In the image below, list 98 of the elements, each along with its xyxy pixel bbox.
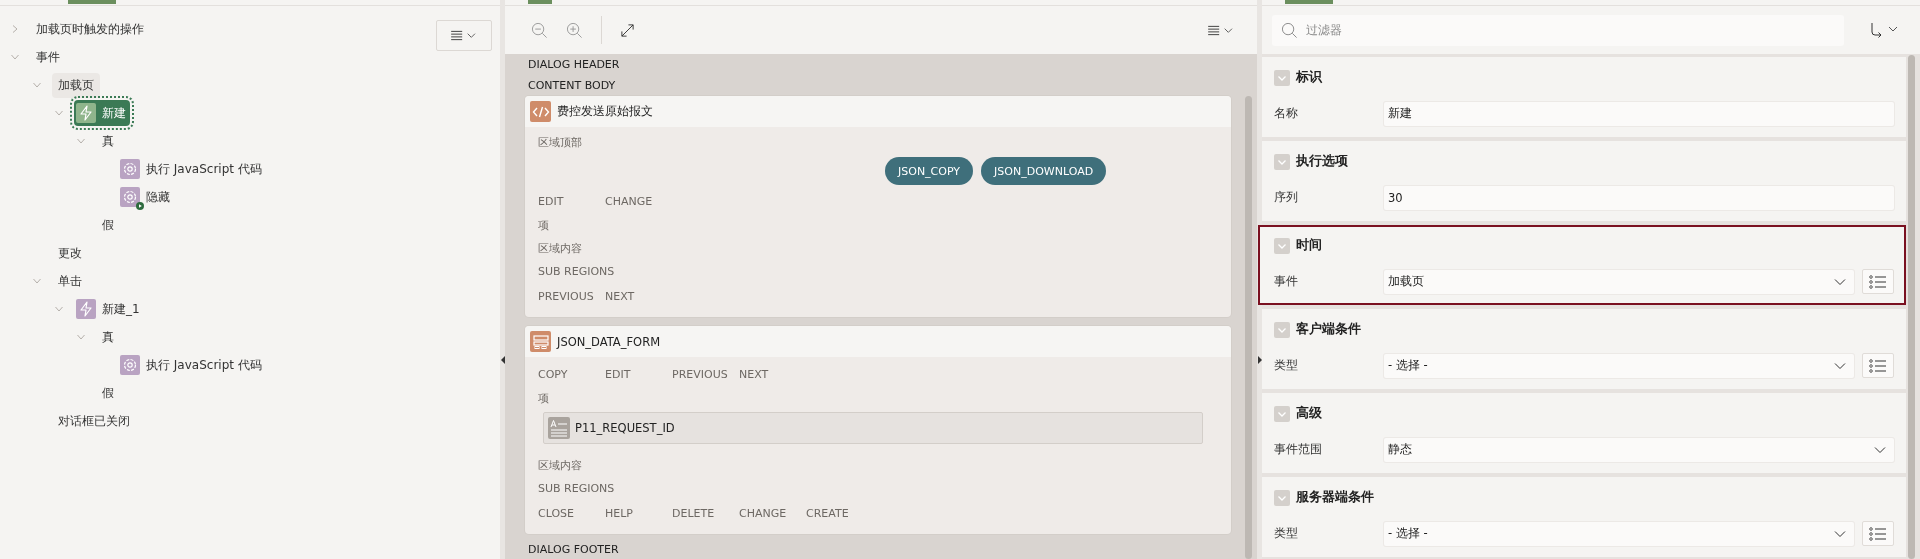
region-button[interactable]: JSON_COPY bbox=[885, 157, 974, 185]
tree-node[interactable]: 更改 bbox=[52, 240, 88, 266]
tree-node[interactable]: 事件 bbox=[30, 44, 66, 70]
chevron-icon[interactable] bbox=[10, 52, 20, 62]
chevron-down-icon bbox=[1834, 277, 1846, 286]
chevron-icon[interactable] bbox=[76, 332, 86, 342]
area-title: DIALOG HEADER bbox=[527, 57, 621, 73]
tree-node[interactable]: 真 bbox=[96, 324, 120, 350]
scrollbar[interactable] bbox=[1908, 55, 1915, 559]
field-label: 类型 bbox=[1274, 358, 1299, 373]
slot-label: SUB REGIONS bbox=[538, 264, 616, 280]
slot-label: SUB REGIONS bbox=[538, 481, 616, 497]
list-icon bbox=[1869, 274, 1887, 289]
field-label: 事件 bbox=[1274, 274, 1299, 289]
position-label: COPY bbox=[538, 367, 569, 381]
slot-label: 区域顶部 bbox=[538, 135, 583, 151]
tree-node[interactable]: 执行 JavaScript 代码 bbox=[118, 352, 266, 378]
collapse-toggle-icon[interactable] bbox=[1274, 321, 1290, 338]
chevron-icon[interactable] bbox=[32, 80, 42, 90]
scrollbar[interactable] bbox=[1245, 96, 1252, 559]
menu-button[interactable] bbox=[436, 20, 492, 51]
tree-node[interactable]: 假 bbox=[96, 212, 120, 238]
group-title: 时间 bbox=[1296, 237, 1322, 254]
text-field-icon bbox=[548, 417, 570, 439]
tree-node[interactable]: 对话框已关闭 bbox=[52, 408, 136, 434]
tree-node[interactable]: 执行 JavaScript 代码 bbox=[118, 156, 266, 182]
page-item[interactable]: P11_REQUEST_ID bbox=[543, 412, 1203, 444]
position-label: EDIT bbox=[605, 367, 632, 381]
region-title: 费控发送原始报文 bbox=[557, 104, 653, 119]
slot-label: 项 bbox=[538, 218, 550, 234]
position-label: CREATE bbox=[806, 506, 850, 520]
chevron-down-icon bbox=[1874, 445, 1886, 454]
tree-node[interactable]: 新建_1 bbox=[74, 296, 144, 322]
chevron-icon[interactable] bbox=[54, 304, 64, 314]
collapse-toggle-icon[interactable] bbox=[1274, 69, 1290, 86]
region-card[interactable]: 费控发送原始报文 区域顶部 JSON_COPY JSON_DOWNLOAD EDIT CHANGE 项 区域内容 SUB REGIONS PREVIOUS NEXT bbox=[525, 96, 1231, 317]
list-icon bbox=[1869, 526, 1887, 541]
search-field[interactable]: 过滤器 bbox=[1272, 14, 1844, 46]
list-button[interactable] bbox=[1862, 269, 1894, 294]
collapse-toggle-icon[interactable] bbox=[1274, 153, 1290, 170]
chevron-icon[interactable] bbox=[32, 276, 42, 286]
collapse-toggle-icon[interactable] bbox=[1274, 237, 1290, 254]
select-field[interactable]: - 选择 - bbox=[1384, 521, 1854, 546]
chevron-down-icon bbox=[1834, 361, 1846, 370]
field-label: 序列 bbox=[1274, 190, 1299, 205]
search-icon bbox=[1281, 21, 1298, 39]
collapse-toggle-icon[interactable] bbox=[1274, 405, 1290, 422]
group-title: 标识 bbox=[1296, 69, 1322, 86]
goto-icon[interactable] bbox=[1870, 22, 1900, 38]
slot-label: 区域内容 bbox=[538, 241, 583, 257]
position-label: NEXT bbox=[605, 289, 636, 303]
text-field[interactable]: 30 bbox=[1384, 185, 1894, 210]
area-title: DIALOG FOOTER bbox=[527, 543, 620, 557]
chevron-icon[interactable] bbox=[54, 108, 64, 118]
chevron-icon[interactable] bbox=[76, 136, 86, 146]
list-button[interactable] bbox=[1862, 353, 1894, 378]
group-title: 客户端条件 bbox=[1296, 321, 1361, 338]
area-title: CONTENT BODY bbox=[527, 78, 617, 94]
field-label: 名称 bbox=[1274, 106, 1299, 121]
group-title: 执行选项 bbox=[1296, 153, 1348, 170]
select-field[interactable]: 静态 bbox=[1384, 437, 1894, 462]
menu-icon[interactable] bbox=[1207, 24, 1235, 36]
position-label: PREVIOUS bbox=[538, 289, 595, 303]
collapse-toggle-icon[interactable] bbox=[1274, 489, 1290, 506]
tree-node[interactable]: 加载页时触发的操作 bbox=[30, 16, 150, 42]
slot-label: 区域内容 bbox=[538, 458, 583, 474]
expand-icon[interactable] bbox=[620, 22, 635, 38]
position-label: CHANGE bbox=[605, 194, 654, 208]
select-field[interactable]: - 选择 - bbox=[1384, 353, 1854, 378]
region-button[interactable]: JSON_DOWNLOAD bbox=[981, 157, 1107, 185]
position-label: DELETE bbox=[672, 506, 716, 520]
region-card[interactable]: JSON_DATA_FORM COPY EDIT PREVIOUS NEXT 项 P11_REQUEST_ID 区域内容 SUB REGIONS CLOSE HELP DELETE CHANGE CREATE bbox=[525, 326, 1231, 534]
position-label: CLOSE bbox=[538, 506, 575, 520]
field-label: 事件范围 bbox=[1274, 442, 1323, 457]
position-label: EDIT bbox=[538, 194, 565, 208]
region-title: JSON_DATA_FORM bbox=[557, 334, 661, 349]
zoom-out-icon[interactable] bbox=[531, 21, 548, 39]
text-field[interactable]: 新建 bbox=[1384, 101, 1894, 126]
position-label: NEXT bbox=[739, 367, 770, 381]
select-field[interactable]: 加载页 bbox=[1384, 269, 1854, 294]
list-button[interactable] bbox=[1862, 521, 1894, 546]
tree-node[interactable]: 单击 bbox=[52, 268, 88, 294]
field-label: 类型 bbox=[1274, 526, 1299, 541]
zoom-in-icon[interactable] bbox=[566, 21, 583, 39]
chevron-down-icon bbox=[1834, 529, 1846, 538]
position-label: PREVIOUS bbox=[672, 367, 729, 381]
tree-node[interactable]: 假 bbox=[96, 380, 120, 406]
group-title: 服务器端条件 bbox=[1296, 489, 1374, 506]
tree-node[interactable]: 真 bbox=[96, 128, 120, 154]
list-icon bbox=[1869, 358, 1887, 373]
position-label: HELP bbox=[605, 506, 634, 520]
tree-node[interactable]: 加载页 bbox=[52, 72, 100, 98]
menu-icon bbox=[450, 30, 478, 41]
group-title: 高级 bbox=[1296, 405, 1322, 422]
position-label: CHANGE bbox=[739, 506, 788, 520]
slot-label: 项 bbox=[538, 391, 550, 407]
tree-node[interactable]: 隐藏 bbox=[118, 184, 174, 210]
chevron-icon[interactable] bbox=[10, 24, 20, 34]
